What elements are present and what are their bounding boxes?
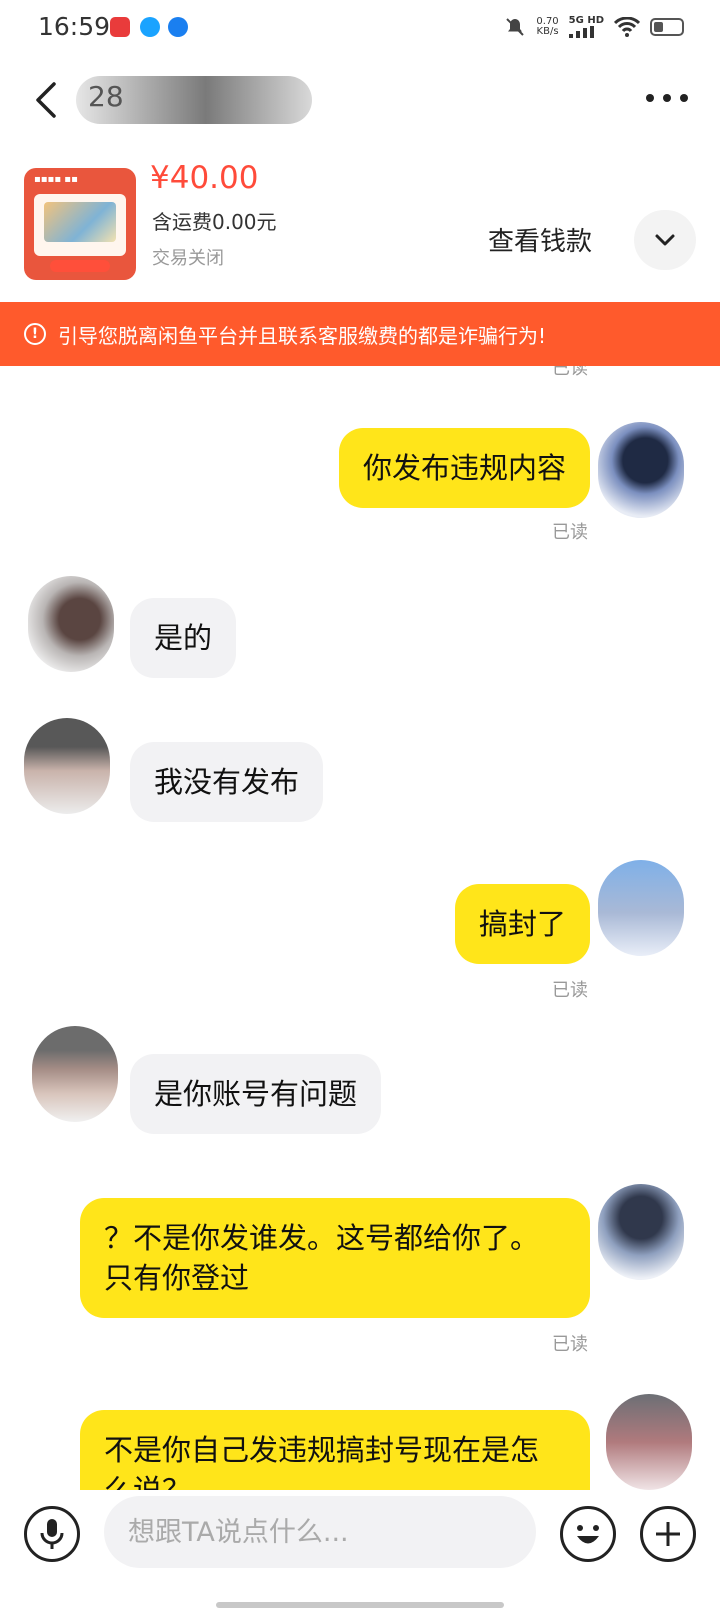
- signal: 5G HD: [568, 15, 604, 38]
- my-avatar[interactable]: [598, 1184, 684, 1280]
- product-thumbnail[interactable]: ▪▪▪▪ ▪▪: [24, 168, 136, 280]
- message-bubble-outgoing[interactable]: 不是你自己发违规搞封号现在是怎么说？: [80, 1410, 590, 1490]
- peer-avatar[interactable]: [32, 1026, 118, 1122]
- read-status: 已读: [552, 1334, 588, 1355]
- read-status: 已读: [552, 980, 588, 1001]
- peer-avatar[interactable]: [24, 718, 110, 814]
- message-bubble-incoming[interactable]: 我没有发布: [130, 742, 324, 822]
- plus-icon: [656, 1522, 680, 1546]
- thumb-button-graphic: [50, 260, 110, 272]
- warning-icon: !: [24, 323, 46, 345]
- voice-button[interactable]: [24, 1506, 80, 1562]
- net-speed-unit: KB/s: [536, 26, 559, 37]
- status-bar: 16:59 0.70 KB/s 5G HD: [0, 0, 720, 56]
- message-input[interactable]: [104, 1496, 536, 1568]
- more-actions-button[interactable]: [640, 1506, 696, 1562]
- warning-banner: ! 引导您脱离闲鱼平台并且联系客服缴费的都是诈骗行为!: [0, 302, 720, 366]
- battery-icon: [650, 18, 684, 36]
- read-status: 已读: [552, 366, 588, 379]
- expand-button[interactable]: [634, 210, 696, 270]
- chat-header: 28: [0, 60, 720, 144]
- product-price: ¥40.00: [150, 160, 259, 196]
- more-options-icon[interactable]: [644, 88, 690, 108]
- chat-messages[interactable]: 已读 你发布违规内容 已读 是的 我没有发布 搞封了 已读 是你账号有问题 ？不…: [0, 366, 720, 1490]
- emoji-button[interactable]: [560, 1506, 616, 1562]
- message-bubble-outgoing[interactable]: 搞封了: [454, 884, 590, 964]
- home-indicator[interactable]: [216, 1602, 504, 1608]
- mute-bell-icon: [506, 18, 525, 36]
- thumb-title-graphic: ▪▪▪▪ ▪▪: [34, 174, 78, 185]
- shipping-info: 含运费0.00元: [152, 210, 277, 234]
- status-indicators: 0.70 KB/s 5G HD: [504, 14, 684, 40]
- status-time: 16:59: [38, 12, 111, 41]
- message-bubble-outgoing[interactable]: ？不是你发谁发。这号都给你了。只有你登过: [80, 1198, 590, 1318]
- wifi-icon: [614, 17, 640, 37]
- message-bubble-incoming[interactable]: 是你账号有问题: [130, 1054, 382, 1134]
- my-avatar[interactable]: [598, 422, 684, 518]
- message-bubble-outgoing[interactable]: 你发布违规内容: [338, 428, 590, 508]
- network-type: 5G HD: [568, 15, 604, 26]
- back-icon[interactable]: [28, 78, 68, 122]
- my-avatar[interactable]: [598, 860, 684, 956]
- net-speed: 0.70 KB/s: [536, 17, 558, 37]
- peer-avatar[interactable]: [28, 576, 114, 672]
- app-notification-icon: [110, 17, 130, 37]
- emoji-icon: [577, 1525, 599, 1544]
- k-app-icon: [168, 17, 188, 37]
- chevron-down-icon: [655, 234, 675, 246]
- order-status: 交易关闭: [152, 248, 224, 269]
- thumb-picture: [44, 202, 116, 242]
- input-bar: [0, 1490, 720, 1612]
- qq-icon: [140, 17, 160, 37]
- read-status: 已读: [552, 522, 588, 543]
- message-bubble-incoming[interactable]: 是的: [130, 598, 237, 678]
- microphone-icon: [40, 1519, 64, 1549]
- view-payment-button[interactable]: 查看钱款: [466, 212, 614, 266]
- peer-name[interactable]: 28: [88, 80, 124, 113]
- my-avatar[interactable]: [606, 1394, 692, 1490]
- warning-text: 引导您脱离闲鱼平台并且联系客服缴费的都是诈骗行为!: [58, 323, 547, 348]
- product-bar: ▪▪▪▪ ▪▪ ¥40.00 含运费0.00元 交易关闭 查看钱款: [0, 150, 720, 296]
- battery-fill: [654, 22, 663, 32]
- signal-icon: [568, 26, 594, 38]
